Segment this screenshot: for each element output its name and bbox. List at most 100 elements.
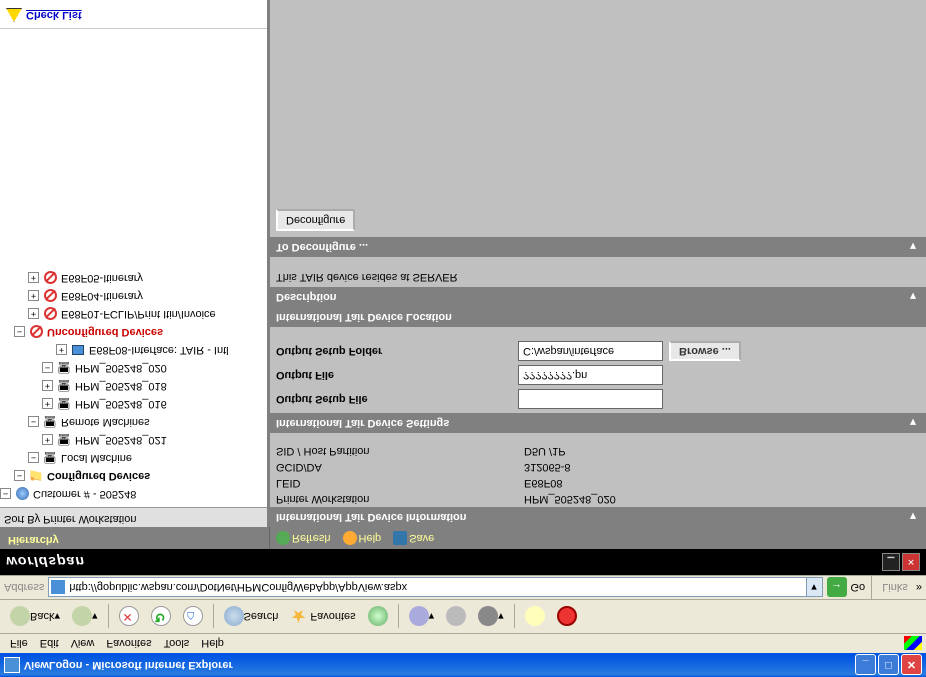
app-minimize-button[interactable]: ▁: [882, 553, 900, 571]
tree-configured[interactable]: −Configured Devices: [0, 467, 267, 485]
sort-dropdown[interactable]: Sort By Printer Workstation: [0, 507, 267, 527]
app-logo: worldspan: [6, 554, 85, 570]
tree-e68f01[interactable]: +E68F01-FCLIP/Print Itin/Invoice: [0, 305, 267, 323]
tree-e68f08[interactable]: +E68F08-Interface: TAIR - Intl: [0, 341, 267, 359]
mail-button[interactable]: ▾: [405, 604, 439, 630]
refresh-icon: [276, 531, 290, 545]
checklist-link[interactable]: Check List: [6, 8, 82, 22]
gcid-label: GCID/DA: [270, 459, 518, 475]
links-chevron[interactable]: »: [916, 582, 922, 594]
collapse-icon[interactable]: ▾: [906, 511, 920, 524]
page-icon: [51, 581, 65, 595]
pc-icon: [56, 361, 72, 375]
app-help-button[interactable]: Help: [337, 527, 388, 549]
history-button[interactable]: [364, 604, 392, 630]
favorites-button[interactable]: Favorites: [286, 604, 359, 630]
pc-icon: [42, 451, 58, 465]
extra-button[interactable]: [553, 604, 581, 630]
red-circle-icon: [557, 607, 577, 627]
back-icon: [10, 607, 30, 627]
refresh-button[interactable]: [147, 604, 175, 630]
browser-toolbar: Back ▾ ▾ Search Favorites ▾ ▾: [0, 599, 926, 633]
menu-view[interactable]: View: [65, 636, 101, 652]
print-button[interactable]: [442, 604, 470, 630]
forward-button[interactable]: ▾: [68, 604, 102, 630]
menu-tools[interactable]: Tools: [158, 636, 196, 652]
menu-help[interactable]: Help: [195, 636, 230, 652]
description-text: This TAIR device resides at SERVER: [270, 267, 926, 287]
home-button[interactable]: [179, 604, 207, 630]
app-save-button[interactable]: Save: [387, 527, 440, 549]
search-button[interactable]: Search: [220, 604, 283, 630]
mail-icon: [409, 607, 429, 627]
collapse-icon[interactable]: ▾: [906, 241, 920, 254]
tree-hpm018[interactable]: +HPM_505248_018: [0, 377, 267, 395]
osfile-label: Output Setup File: [276, 393, 512, 405]
ie-icon: [4, 657, 20, 673]
menu-edit[interactable]: Edit: [34, 636, 65, 652]
settings-header: International Tair Device Settings▾: [270, 413, 926, 433]
go-label: Go: [851, 582, 866, 594]
tree-hpm021[interactable]: +HPM_505248_021: [0, 431, 267, 449]
menu-file[interactable]: File: [4, 636, 34, 652]
sid-value: D5U /1P: [518, 443, 926, 459]
ofile-input[interactable]: [518, 365, 663, 385]
osfile-input[interactable]: [518, 389, 663, 409]
osfolder-label: Output Setup Folder: [276, 345, 512, 357]
collapse-icon[interactable]: ▾: [906, 417, 920, 430]
messenger-button[interactable]: [521, 604, 549, 630]
messenger-icon: [525, 607, 545, 627]
tree-e68f04[interactable]: +E68F04-Itinerary: [0, 287, 267, 305]
location-header: International Tair Device Location: [270, 307, 926, 327]
close-button[interactable]: ✕: [901, 655, 922, 676]
help-icon: [343, 531, 357, 545]
osfolder-input[interactable]: [518, 341, 663, 361]
address-label: Address: [4, 582, 44, 594]
refresh-icon: [151, 607, 171, 627]
tree-unconfigured[interactable]: −Unconfigured Devices: [0, 323, 267, 341]
collapse-icon[interactable]: ▾: [906, 291, 920, 304]
info-header: International Tair Device Information▾: [270, 507, 926, 527]
address-dropdown[interactable]: ▾: [807, 578, 823, 598]
pw-value: HPM_505248_020: [518, 491, 926, 507]
browse-button[interactable]: Browse ...: [669, 341, 741, 361]
sid-label: SID / Host Partition: [270, 443, 518, 459]
app-toolbar: Hierarchy Refresh Help Save: [0, 527, 926, 549]
tree-e68f05[interactable]: +E68F05-Itinerary: [0, 269, 267, 287]
sidebar: Sort By Printer Workstation −Customer # …: [0, 0, 270, 527]
description-header: Description▾: [270, 287, 926, 307]
prohibit-icon: [30, 326, 43, 339]
tree-local-machine[interactable]: −Local Machine: [0, 449, 267, 467]
edit-icon: [478, 607, 498, 627]
stop-icon: [119, 607, 139, 627]
edit-button[interactable]: ▾: [474, 604, 508, 630]
hierarchy-label: Hierarchy: [0, 527, 270, 549]
deconfigure-button[interactable]: Deconfigure: [276, 209, 355, 231]
app-header: worldspan ▁ ✕: [0, 549, 926, 575]
go-button[interactable]: →: [827, 578, 847, 598]
leid-label: LEID: [270, 475, 518, 491]
globe-icon: [16, 488, 29, 501]
leid-value: E68F08: [518, 475, 926, 491]
menu-favorites[interactable]: Favorites: [100, 636, 157, 652]
tree-remote-machines[interactable]: −Remote Machines: [0, 413, 267, 431]
maximize-button[interactable]: □: [878, 655, 899, 676]
windows-flag-icon: [904, 637, 922, 651]
app-refresh-button[interactable]: Refresh: [270, 527, 337, 549]
tree-hpm016[interactable]: +HPM_505248_016: [0, 395, 267, 413]
print-icon: [446, 607, 466, 627]
tree-hpm020[interactable]: −HPM_505248_020: [0, 359, 267, 377]
address-input[interactable]: [48, 578, 806, 598]
home-icon: [183, 607, 203, 627]
back-button[interactable]: Back ▾: [6, 604, 64, 630]
search-icon: [224, 607, 244, 627]
tree-customer[interactable]: −Customer # - 505248: [0, 485, 267, 503]
main-panel: International Tair Device Information▾ P…: [270, 0, 926, 527]
minimize-button[interactable]: _: [855, 655, 876, 676]
forward-icon: [72, 607, 92, 627]
app-close-button[interactable]: ✕: [902, 553, 920, 571]
star-icon: [290, 607, 310, 627]
prohibit-icon: [44, 308, 57, 321]
prohibit-icon: [44, 272, 57, 285]
stop-button[interactable]: [115, 604, 143, 630]
